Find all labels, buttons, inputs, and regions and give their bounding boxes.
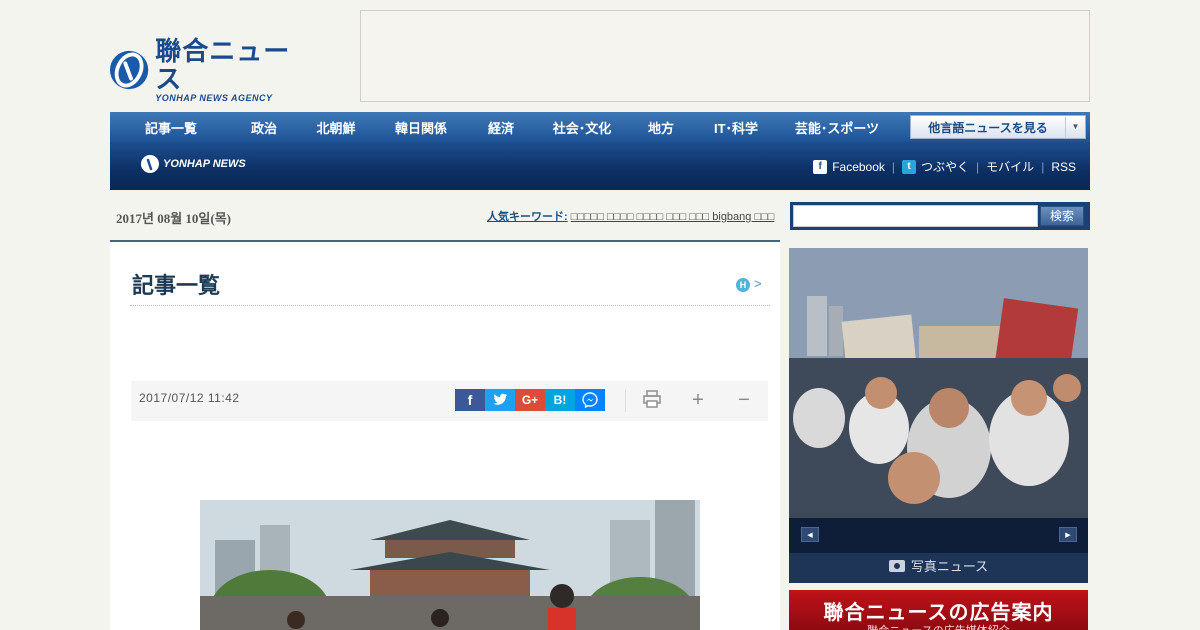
other-languages-label: 他言語ニュースを見る [928, 120, 1048, 135]
top-ad-banner[interactable] [360, 10, 1090, 102]
keyword-ticker: 人気キーワード: □□□□□ □□□□ □□□□ □□□ □□□ bigbang… [487, 208, 774, 224]
toolbar-divider [625, 390, 626, 412]
title-divider [130, 305, 770, 306]
main-content: 記事一覧 H > 2017/07/12 11:42 f G+ B! + − [110, 240, 780, 630]
home-badge-icon[interactable]: H [736, 278, 750, 292]
logo-english: YONHAP NEWS AGENCY [155, 93, 273, 103]
other-languages-dropdown[interactable]: 他言語ニュースを見る ▼ [910, 115, 1086, 139]
facebook-link[interactable]: Facebook [832, 160, 885, 174]
rss-link[interactable]: RSS [1051, 160, 1076, 174]
social-links: f Facebook | t つぶやく | モバイル | RSS [813, 158, 1076, 175]
nav-item-local[interactable]: 地方 [628, 118, 694, 137]
nav-item-north-korea[interactable]: 北朝鮮 [296, 118, 376, 137]
googleplus-share-button[interactable]: G+ [515, 389, 545, 411]
article-toolbar: 2017/07/12 11:42 f G+ B! + − [131, 381, 768, 421]
twitter-share-button[interactable] [485, 389, 515, 411]
current-date: 2017년 08월 10일(목) [116, 211, 231, 226]
search-box: 検索 [790, 202, 1090, 230]
yonhap-logo-icon [109, 50, 149, 90]
logo-japanese: 聯合ニュース [155, 36, 291, 94]
yonhap-small-logo-icon [141, 155, 159, 173]
page-title: 記事一覧 [132, 273, 221, 298]
mobile-link[interactable]: モバイル [986, 158, 1034, 175]
nav-item-korea-japan[interactable]: 韓日関係 [376, 118, 466, 137]
article-timestamp: 2017/07/12 11:42 [139, 391, 240, 405]
nav-item-it-science[interactable]: IT･科学 [694, 118, 778, 137]
sub-logo[interactable]: YONHAP NEWS [140, 154, 246, 174]
nav-item-society-culture[interactable]: 社会･文化 [536, 118, 628, 137]
photo-news-image[interactable] [789, 248, 1088, 518]
twitter-icon: t [902, 159, 917, 174]
sub-navigation: YONHAP NEWS f Facebook | t つぶやく | モバイル |… [110, 142, 1090, 190]
divider: | [891, 159, 896, 174]
photo-news-label: 写真ニュース [910, 559, 989, 574]
search-button[interactable]: 検索 [1040, 206, 1084, 226]
zoom-out-icon[interactable]: − [733, 389, 755, 411]
site-logo[interactable]: 聯合ニュース YONHAP NEWS AGENCY [109, 37, 309, 103]
camera-icon [888, 560, 905, 572]
nav-item-articles[interactable]: 記事一覧 [110, 118, 232, 137]
ticker-items[interactable]: □□□□□ □□□□ □□□□ □□□ □□□ bigbang □□□ [571, 211, 775, 223]
rally-photo-illustration [789, 248, 1088, 518]
ad-banner-subtitle: 聯合ニュースの広告媒体紹介 [789, 622, 1088, 630]
print-icon[interactable] [641, 389, 663, 411]
divider: | [976, 159, 980, 174]
zoom-in-icon[interactable]: + [687, 389, 709, 411]
advertising-info-banner[interactable]: 聯合ニュースの広告案内 聯合ニュースの広告媒体紹介 [789, 590, 1088, 630]
hatena-bookmark-button[interactable]: B! [545, 389, 575, 411]
article-photo[interactable] [200, 500, 700, 630]
facebook-icon: f [813, 159, 828, 174]
facebook-share-button[interactable]: f [455, 389, 485, 411]
gyeongbokgung-photo-illustration [200, 500, 700, 630]
search-input[interactable] [793, 205, 1038, 227]
messenger-icon [582, 392, 598, 409]
nav-item-politics[interactable]: 政治 [232, 118, 296, 137]
nav-item-economy[interactable]: 経済 [466, 118, 536, 137]
photo-pager: ◀ ▶ [789, 518, 1088, 553]
divider: | [1041, 159, 1045, 174]
messenger-share-button[interactable] [575, 389, 605, 411]
twitter-bird-icon [493, 393, 508, 405]
main-navigation: 記事一覧 政治 北朝鮮 韓日関係 経済 社会･文化 地方 IT･科学 芸能･スポ… [110, 112, 1090, 142]
next-arrow-icon[interactable]: ▶ [1059, 527, 1077, 542]
photo-news-link[interactable]: 写真ニュース [789, 553, 1088, 583]
ad-banner-title: 聯合ニュースの広告案内 [823, 602, 1054, 624]
tweet-link[interactable]: つぶやく [921, 158, 969, 175]
photo-news-widget: ◀ ▶ 写真ニュース [789, 248, 1088, 583]
nav-item-entertainment-sports[interactable]: 芸能･スポーツ [778, 118, 896, 137]
chevron-down-icon: ▼ [1065, 117, 1085, 137]
ticker-label[interactable]: 人気キーワード: [487, 211, 568, 223]
previous-arrow-icon[interactable]: ◀ [801, 527, 819, 542]
chevron-right-icon[interactable]: > [754, 276, 762, 291]
sub-logo-text: YONHAP NEWS [163, 158, 246, 170]
